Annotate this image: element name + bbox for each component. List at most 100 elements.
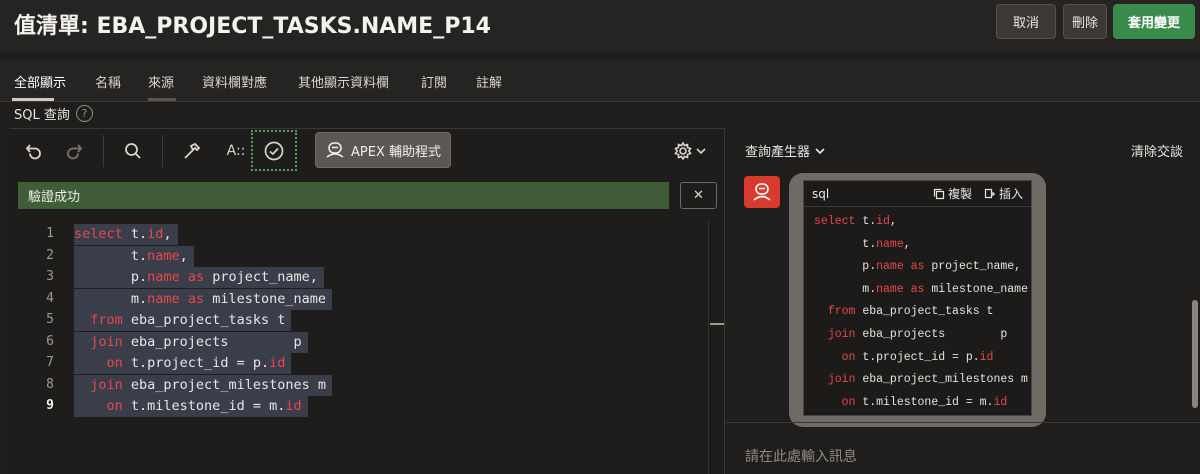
keyword-token: name: [147, 247, 180, 264]
message-input[interactable]: 請在此處輸入訊息: [745, 446, 857, 466]
validate-button[interactable]: [251, 130, 297, 171]
keyword-token: id: [876, 215, 890, 228]
keyword-token: as: [910, 282, 925, 296]
line-number: 4: [46, 290, 54, 306]
snippet-line: from eba_project_tasks t: [814, 301, 994, 323]
code-token: eba_projects p: [855, 328, 1008, 341]
apply-changes-button[interactable]: 套用變更: [1113, 4, 1195, 39]
panel-divider[interactable]: [724, 128, 725, 474]
cancel-button[interactable]: 取消: [996, 4, 1056, 39]
code-line: t.name,: [74, 245, 194, 267]
scroll-marker: [710, 323, 724, 325]
code-token: p.: [814, 260, 877, 274]
redo-icon[interactable]: [62, 139, 86, 163]
code-token: t.: [74, 247, 148, 264]
keyword-token: on: [106, 398, 123, 414]
hammer-icon[interactable]: [180, 139, 204, 163]
code-token: eba_project_tasks t: [122, 312, 286, 328]
check-circle-icon: [264, 141, 284, 160]
snippet-language: sql: [812, 186, 830, 201]
keyword-token: from: [827, 305, 856, 319]
line-number: 1: [46, 226, 54, 241]
code-line: m.name as milestone_name: [74, 288, 332, 310]
section-title: SQL 查詢: [14, 108, 70, 123]
keyword-token: join: [90, 333, 123, 350]
editor-toolbar: A:: APEX 輔助程式: [10, 129, 724, 173]
code-token: milestone_name: [924, 282, 1028, 296]
code-token: eba_project_tasks t: [855, 305, 994, 319]
apex-assistant-label: APEX 輔助程式: [351, 144, 441, 160]
robot-icon: [326, 142, 344, 158]
autocomplete-icon[interactable]: A::: [222, 139, 250, 163]
snippet-line: on t.milestone_id = m.id: [814, 392, 1008, 414]
toolbar-divider: [103, 135, 104, 167]
code-line: join eba_project_milestones m: [74, 374, 332, 396]
tab-column-mapping[interactable]: 資料欄對應: [202, 72, 267, 91]
code-token: ,: [179, 247, 188, 264]
keyword-token: from: [90, 312, 123, 328]
code-line: from eba_project_tasks t: [74, 310, 292, 331]
tab-show-all[interactable]: 全部顯示: [14, 72, 66, 91]
undo-icon[interactable]: [22, 139, 46, 163]
help-icon[interactable]: ?: [75, 105, 93, 122]
keyword-token: select: [814, 215, 856, 228]
keyword-token: select: [74, 226, 123, 242]
keyword-token: join: [90, 376, 123, 393]
code-token: m.: [74, 290, 148, 307]
delete-button[interactable]: 刪除: [1063, 4, 1107, 39]
settings-menu[interactable]: [670, 139, 710, 163]
keyword-token: join: [827, 328, 856, 341]
tab-source[interactable]: 來源: [148, 72, 174, 91]
query-builder-label: 查詢產生器: [745, 145, 811, 160]
code-token: project_name,: [924, 260, 1022, 274]
snippet-line: p.name as project_name,: [814, 256, 1021, 278]
tab-name[interactable]: 名稱: [95, 72, 121, 91]
keyword-token: name: [876, 237, 904, 251]
chevron-down-icon: [815, 147, 825, 154]
close-icon[interactable]: ✕: [680, 182, 717, 209]
code-line: on t.project_id = p.id: [74, 353, 292, 374]
line-number: 3: [46, 269, 54, 284]
insert-label: 插入: [998, 187, 1023, 201]
keyword-token: id: [269, 355, 286, 371]
chat-scrollbar[interactable]: [1192, 300, 1198, 408]
code-token: t.milestone_id = m.: [122, 398, 286, 414]
code-token: ,: [889, 215, 897, 228]
keyword-token: id: [147, 226, 164, 242]
copy-button[interactable]: 複製: [933, 185, 972, 202]
tab-additional-display-columns[interactable]: 其他顯示資料欄: [298, 72, 389, 91]
keyword-token: id: [979, 350, 994, 364]
keyword-token: join: [827, 373, 856, 387]
assistant-avatar: [744, 176, 780, 208]
line-number: 6: [46, 333, 54, 349]
snippet-line: join eba_project_milestones m: [814, 369, 1028, 391]
code-area[interactable]: 123456789 select t.id, t.name, p.name as…: [10, 219, 710, 474]
keyword-token: id: [993, 395, 1008, 409]
search-icon[interactable]: [121, 139, 145, 163]
validation-success-message: 驗證成功: [18, 182, 669, 209]
keyword-token: on: [106, 355, 123, 371]
keyword-token: on: [841, 395, 856, 409]
code-token: ,: [903, 237, 911, 251]
code-line: p.name as project_name,: [74, 267, 324, 288]
code-line: join eba_projects p: [74, 331, 308, 353]
apex-assistant-button[interactable]: APEX 輔助程式: [315, 132, 451, 168]
keyword-token: name: [147, 269, 180, 285]
insert-button[interactable]: 插入: [984, 185, 1023, 202]
tab-bar: 全部顯示 名稱 來源 資料欄對應 其他顯示資料欄 訂閱 註解: [0, 60, 1200, 102]
code-token: eba_projects p: [122, 333, 302, 350]
query-builder-dropdown[interactable]: 查詢產生器: [745, 141, 826, 160]
tab-comments[interactable]: 註解: [476, 72, 502, 91]
clear-chat-button[interactable]: 清除交談: [1131, 141, 1183, 160]
code-token: t.: [855, 215, 877, 228]
tab-subscription[interactable]: 訂閱: [421, 72, 447, 91]
code-snippet: sql 複製 插入 select t.id, t.name, p.name as…: [803, 180, 1032, 416]
